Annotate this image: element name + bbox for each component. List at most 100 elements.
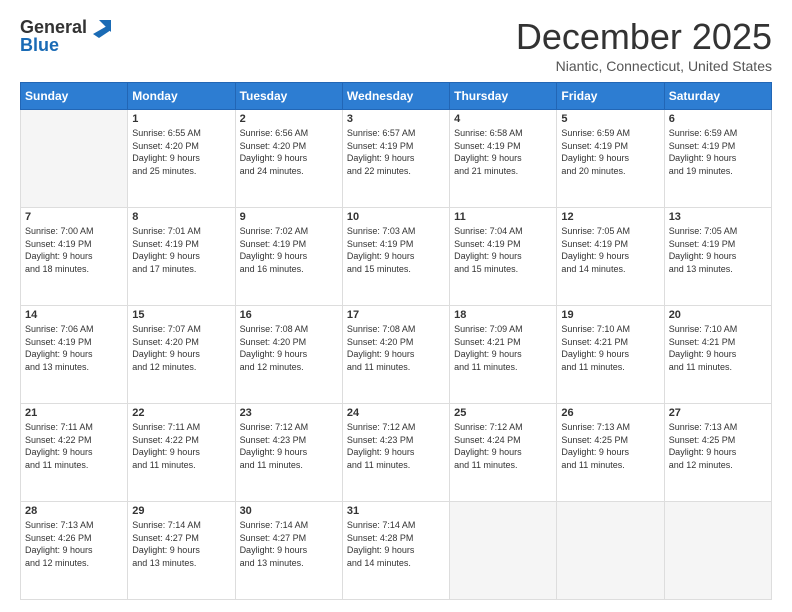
day-number: 23	[240, 407, 338, 419]
day-number: 15	[132, 309, 230, 321]
day-info: Sunrise: 6:57 AMSunset: 4:19 PMDaylight:…	[347, 127, 445, 177]
day-number: 10	[347, 211, 445, 223]
title-area: December 2025 Niantic, Connecticut, Unit…	[516, 16, 772, 74]
day-info: Sunrise: 7:10 AMSunset: 4:21 PMDaylight:…	[669, 323, 767, 373]
calendar-cell: 6 Sunrise: 6:59 AMSunset: 4:19 PMDaylight…	[664, 110, 771, 208]
calendar-cell: 21 Sunrise: 7:11 AMSunset: 4:22 PMDayligh…	[21, 404, 128, 502]
day-info: Sunrise: 7:05 AMSunset: 4:19 PMDaylight:…	[561, 225, 659, 275]
day-number: 7	[25, 211, 123, 223]
col-thursday: Thursday	[450, 83, 557, 110]
day-number: 17	[347, 309, 445, 321]
calendar-cell: 24 Sunrise: 7:12 AMSunset: 4:23 PMDayligh…	[342, 404, 449, 502]
day-number: 22	[132, 407, 230, 419]
top-section: General Blue December 2025 Niantic, Conn…	[20, 16, 772, 74]
day-info: Sunrise: 7:14 AMSunset: 4:27 PMDaylight:…	[240, 519, 338, 569]
day-info: Sunrise: 6:59 AMSunset: 4:19 PMDaylight:…	[561, 127, 659, 177]
calendar-cell: 1 Sunrise: 6:55 AMSunset: 4:20 PMDaylight…	[128, 110, 235, 208]
day-number: 9	[240, 211, 338, 223]
calendar-cell: 22 Sunrise: 7:11 AMSunset: 4:22 PMDayligh…	[128, 404, 235, 502]
day-info: Sunrise: 6:56 AMSunset: 4:20 PMDaylight:…	[240, 127, 338, 177]
day-info: Sunrise: 7:13 AMSunset: 4:25 PMDaylight:…	[669, 421, 767, 471]
calendar-cell: 31Sunrise: 7:14 AMSunset: 4:28 PMDayligh…	[342, 502, 449, 600]
day-number: 1	[132, 113, 230, 125]
calendar-cell: 11 Sunrise: 7:04 AMSunset: 4:19 PMDayligh…	[450, 208, 557, 306]
calendar-cell: 4 Sunrise: 6:58 AMSunset: 4:19 PMDaylight…	[450, 110, 557, 208]
day-info: Sunrise: 7:10 AMSunset: 4:21 PMDaylight:…	[561, 323, 659, 373]
day-number: 19	[561, 309, 659, 321]
calendar-cell: 10Sunrise: 7:03 AMSunset: 4:19 PMDayligh…	[342, 208, 449, 306]
day-info: Sunrise: 6:55 AMSunset: 4:20 PMDaylight:…	[132, 127, 230, 177]
day-number: 30	[240, 505, 338, 517]
day-number: 4	[454, 113, 552, 125]
day-info: Sunrise: 7:04 AMSunset: 4:19 PMDaylight:…	[454, 225, 552, 275]
calendar-cell: 16 Sunrise: 7:08 AMSunset: 4:20 PMDayligh…	[235, 306, 342, 404]
calendar-week-3: 14 Sunrise: 7:06 AMSunset: 4:19 PMDayligh…	[21, 306, 772, 404]
day-info: Sunrise: 7:11 AMSunset: 4:22 PMDaylight:…	[25, 421, 123, 471]
day-info: Sunrise: 7:05 AMSunset: 4:19 PMDaylight:…	[669, 225, 767, 275]
calendar-week-4: 21 Sunrise: 7:11 AMSunset: 4:22 PMDayligh…	[21, 404, 772, 502]
col-wednesday: Wednesday	[342, 83, 449, 110]
day-info: Sunrise: 7:12 AMSunset: 4:24 PMDaylight:…	[454, 421, 552, 471]
logo-blue: Blue	[20, 36, 59, 54]
calendar-cell: 30 Sunrise: 7:14 AMSunset: 4:27 PMDayligh…	[235, 502, 342, 600]
day-number: 14	[25, 309, 123, 321]
day-info: Sunrise: 6:59 AMSunset: 4:19 PMDaylight:…	[669, 127, 767, 177]
day-number: 31	[347, 505, 445, 517]
calendar-cell: 25Sunrise: 7:12 AMSunset: 4:24 PMDayligh…	[450, 404, 557, 502]
calendar: Sunday Monday Tuesday Wednesday Thursday…	[20, 82, 772, 600]
calendar-cell: 7 Sunrise: 7:00 AMSunset: 4:19 PMDaylight…	[21, 208, 128, 306]
day-info: Sunrise: 7:14 AMSunset: 4:27 PMDaylight:…	[132, 519, 230, 569]
calendar-cell	[450, 502, 557, 600]
day-number: 21	[25, 407, 123, 419]
calendar-cell: 13 Sunrise: 7:05 AMSunset: 4:19 PMDayligh…	[664, 208, 771, 306]
page: General Blue December 2025 Niantic, Conn…	[0, 0, 792, 612]
day-info: Sunrise: 7:07 AMSunset: 4:20 PMDaylight:…	[132, 323, 230, 373]
day-number: 28	[25, 505, 123, 517]
logo-area: General Blue	[20, 16, 111, 54]
day-info: Sunrise: 6:58 AMSunset: 4:19 PMDaylight:…	[454, 127, 552, 177]
logo-icon	[89, 16, 111, 38]
calendar-cell: 29Sunrise: 7:14 AMSunset: 4:27 PMDayligh…	[128, 502, 235, 600]
day-number: 20	[669, 309, 767, 321]
calendar-week-1: 1 Sunrise: 6:55 AMSunset: 4:20 PMDaylight…	[21, 110, 772, 208]
day-info: Sunrise: 7:06 AMSunset: 4:19 PMDaylight:…	[25, 323, 123, 373]
col-tuesday: Tuesday	[235, 83, 342, 110]
day-info: Sunrise: 7:08 AMSunset: 4:20 PMDaylight:…	[240, 323, 338, 373]
calendar-cell: 15 Sunrise: 7:07 AMSunset: 4:20 PMDayligh…	[128, 306, 235, 404]
calendar-cell	[664, 502, 771, 600]
day-info: Sunrise: 7:01 AMSunset: 4:19 PMDaylight:…	[132, 225, 230, 275]
day-info: Sunrise: 7:00 AMSunset: 4:19 PMDaylight:…	[25, 225, 123, 275]
calendar-cell: 17 Sunrise: 7:08 AMSunset: 4:20 PMDayligh…	[342, 306, 449, 404]
calendar-cell: 27 Sunrise: 7:13 AMSunset: 4:25 PMDayligh…	[664, 404, 771, 502]
day-number: 6	[669, 113, 767, 125]
day-number: 18	[454, 309, 552, 321]
day-info: Sunrise: 7:12 AMSunset: 4:23 PMDaylight:…	[347, 421, 445, 471]
col-monday: Monday	[128, 83, 235, 110]
subtitle: Niantic, Connecticut, United States	[516, 58, 772, 74]
calendar-cell: 3 Sunrise: 6:57 AMSunset: 4:19 PMDaylight…	[342, 110, 449, 208]
day-number: 13	[669, 211, 767, 223]
day-info: Sunrise: 7:11 AMSunset: 4:22 PMDaylight:…	[132, 421, 230, 471]
calendar-week-5: 28 Sunrise: 7:13 AMSunset: 4:26 PMDayligh…	[21, 502, 772, 600]
calendar-cell: 2 Sunrise: 6:56 AMSunset: 4:20 PMDaylight…	[235, 110, 342, 208]
day-number: 11	[454, 211, 552, 223]
day-info: Sunrise: 7:09 AMSunset: 4:21 PMDaylight:…	[454, 323, 552, 373]
day-number: 2	[240, 113, 338, 125]
day-number: 24	[347, 407, 445, 419]
day-number: 27	[669, 407, 767, 419]
col-saturday: Saturday	[664, 83, 771, 110]
day-info: Sunrise: 7:13 AMSunset: 4:26 PMDaylight:…	[25, 519, 123, 569]
calendar-cell	[21, 110, 128, 208]
calendar-cell: 18 Sunrise: 7:09 AMSunset: 4:21 PMDayligh…	[450, 306, 557, 404]
calendar-cell	[557, 502, 664, 600]
day-number: 3	[347, 113, 445, 125]
day-number: 12	[561, 211, 659, 223]
day-number: 16	[240, 309, 338, 321]
calendar-cell: 26Sunrise: 7:13 AMSunset: 4:25 PMDayligh…	[557, 404, 664, 502]
day-info: Sunrise: 7:13 AMSunset: 4:25 PMDaylight:…	[561, 421, 659, 471]
calendar-week-2: 7 Sunrise: 7:00 AMSunset: 4:19 PMDaylight…	[21, 208, 772, 306]
calendar-cell: 28 Sunrise: 7:13 AMSunset: 4:26 PMDayligh…	[21, 502, 128, 600]
calendar-cell: 8Sunrise: 7:01 AMSunset: 4:19 PMDaylight…	[128, 208, 235, 306]
col-sunday: Sunday	[21, 83, 128, 110]
day-info: Sunrise: 7:08 AMSunset: 4:20 PMDaylight:…	[347, 323, 445, 373]
